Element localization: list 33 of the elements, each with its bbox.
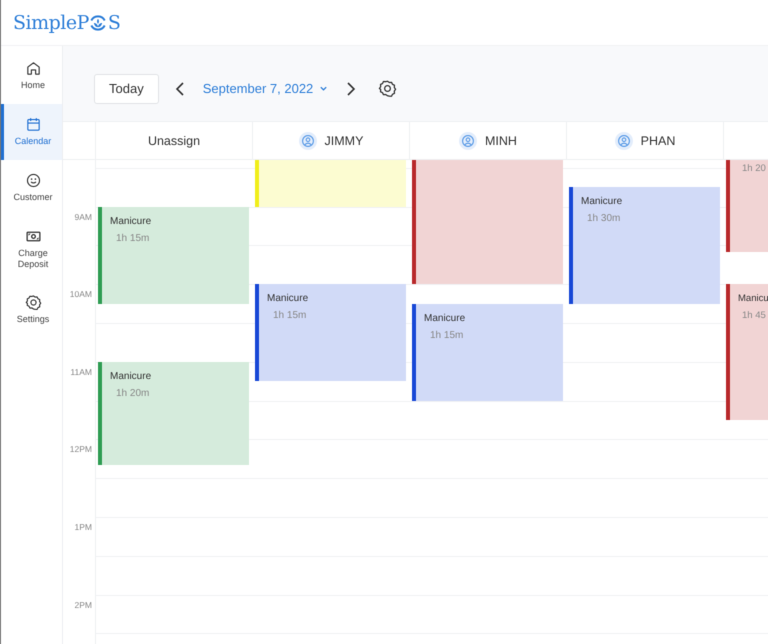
appointment-card[interactable]: Manicure 1h 30m bbox=[569, 187, 720, 304]
sidebar-item[interactable]: Customer bbox=[1, 160, 62, 216]
avatar-icon bbox=[298, 132, 317, 150]
sidebar-item[interactable]: Settings bbox=[1, 282, 62, 338]
time-label: 9AM bbox=[74, 212, 92, 222]
appointment-card[interactable]: Manicu 1h 45 bbox=[726, 284, 768, 420]
today-button[interactable]: Today bbox=[94, 74, 159, 104]
date-picker[interactable]: September 7, 2022 bbox=[202, 81, 328, 96]
time-label: 12PM bbox=[70, 444, 92, 454]
time-label: 2PM bbox=[74, 600, 92, 610]
time-label: 11AM bbox=[70, 366, 92, 377]
gear-icon bbox=[24, 294, 42, 312]
avatar-icon bbox=[459, 132, 478, 150]
appointment-card[interactable]: Manicure 1h 20m bbox=[98, 362, 249, 466]
avatar-icon bbox=[614, 132, 633, 150]
smiley-icon bbox=[24, 172, 42, 190]
column-header: JIMMY bbox=[253, 122, 410, 159]
column-header: Unassign bbox=[96, 122, 253, 159]
home-icon bbox=[24, 60, 42, 78]
time-label: 1PM bbox=[74, 522, 92, 532]
sidebar-item[interactable]: Charge Deposit bbox=[1, 216, 62, 282]
time-label: 10AM bbox=[70, 289, 92, 300]
caret-icon bbox=[319, 84, 328, 93]
appointment-card[interactable]: Manicure 1h 15m bbox=[255, 284, 406, 382]
appointment-card[interactable]: Manicure 1h 15m bbox=[412, 304, 563, 401]
settings-icon[interactable] bbox=[378, 79, 398, 98]
column-header: PHAN bbox=[567, 122, 724, 159]
logo: SimpleP S bbox=[13, 12, 120, 34]
column-header: MINH bbox=[410, 122, 567, 159]
sidebar-item[interactable]: Calendar bbox=[1, 104, 62, 160]
sidebar-item[interactable]: Home bbox=[1, 48, 62, 104]
appointment-card[interactable]: Manicure 1h 15m bbox=[98, 206, 249, 304]
calendar-icon bbox=[24, 116, 42, 134]
